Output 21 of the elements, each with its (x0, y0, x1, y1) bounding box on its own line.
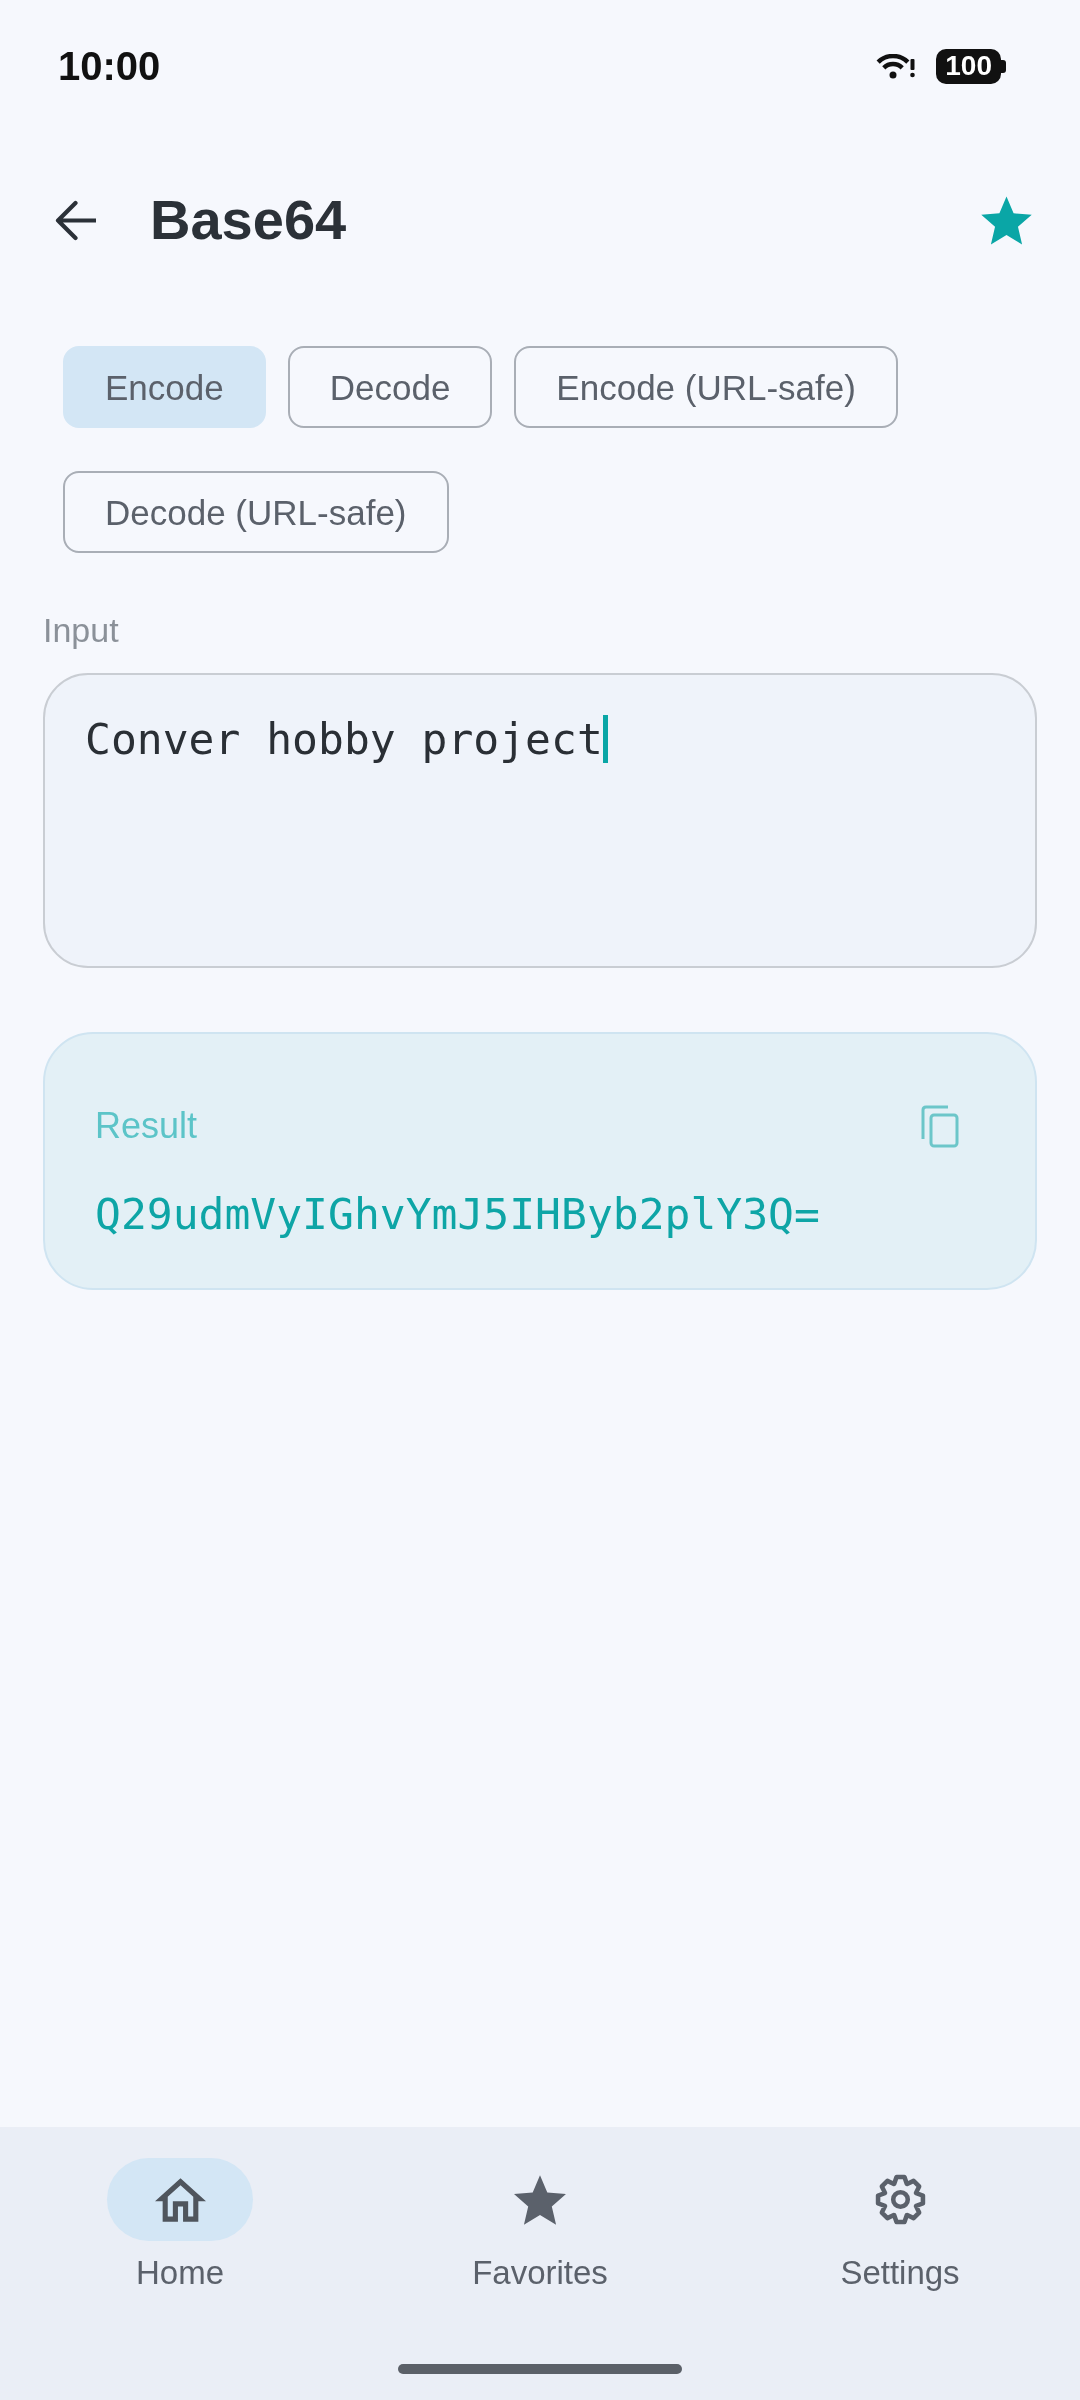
wifi-icon (876, 53, 917, 79)
input-label: Input (43, 610, 119, 650)
mode-chip[interactable]: Encode (63, 346, 266, 428)
star-icon[interactable] (980, 194, 1033, 246)
star-icon (514, 2174, 566, 2225)
nav-tab[interactable]: Favorites (360, 2158, 720, 2293)
input-field[interactable]: Conver hobby project (43, 673, 1037, 968)
back-arrow-icon[interactable] (54, 199, 96, 241)
mode-chip[interactable]: Encode (URL-safe) (514, 346, 898, 428)
copy-icon[interactable] (920, 1104, 960, 1148)
home-icon (154, 2177, 206, 2222)
nav-tab[interactable]: Settings (720, 2158, 1080, 2293)
status-time: 10:00 (58, 46, 161, 86)
settings-icon (874, 2174, 926, 2225)
mode-chip[interactable]: Decode (URL-safe) (63, 471, 449, 553)
mode-chip[interactable]: Decode (287, 346, 493, 428)
result-label: Result (95, 1106, 198, 1146)
result-value: Q29udmVyIGhvYmJ5IHByb2plY3Q= (95, 1189, 820, 1239)
screen-title: Base64 (150, 192, 347, 248)
battery-indicator: 100 (936, 48, 1006, 84)
nav-tab[interactable]: Home (0, 2158, 360, 2293)
